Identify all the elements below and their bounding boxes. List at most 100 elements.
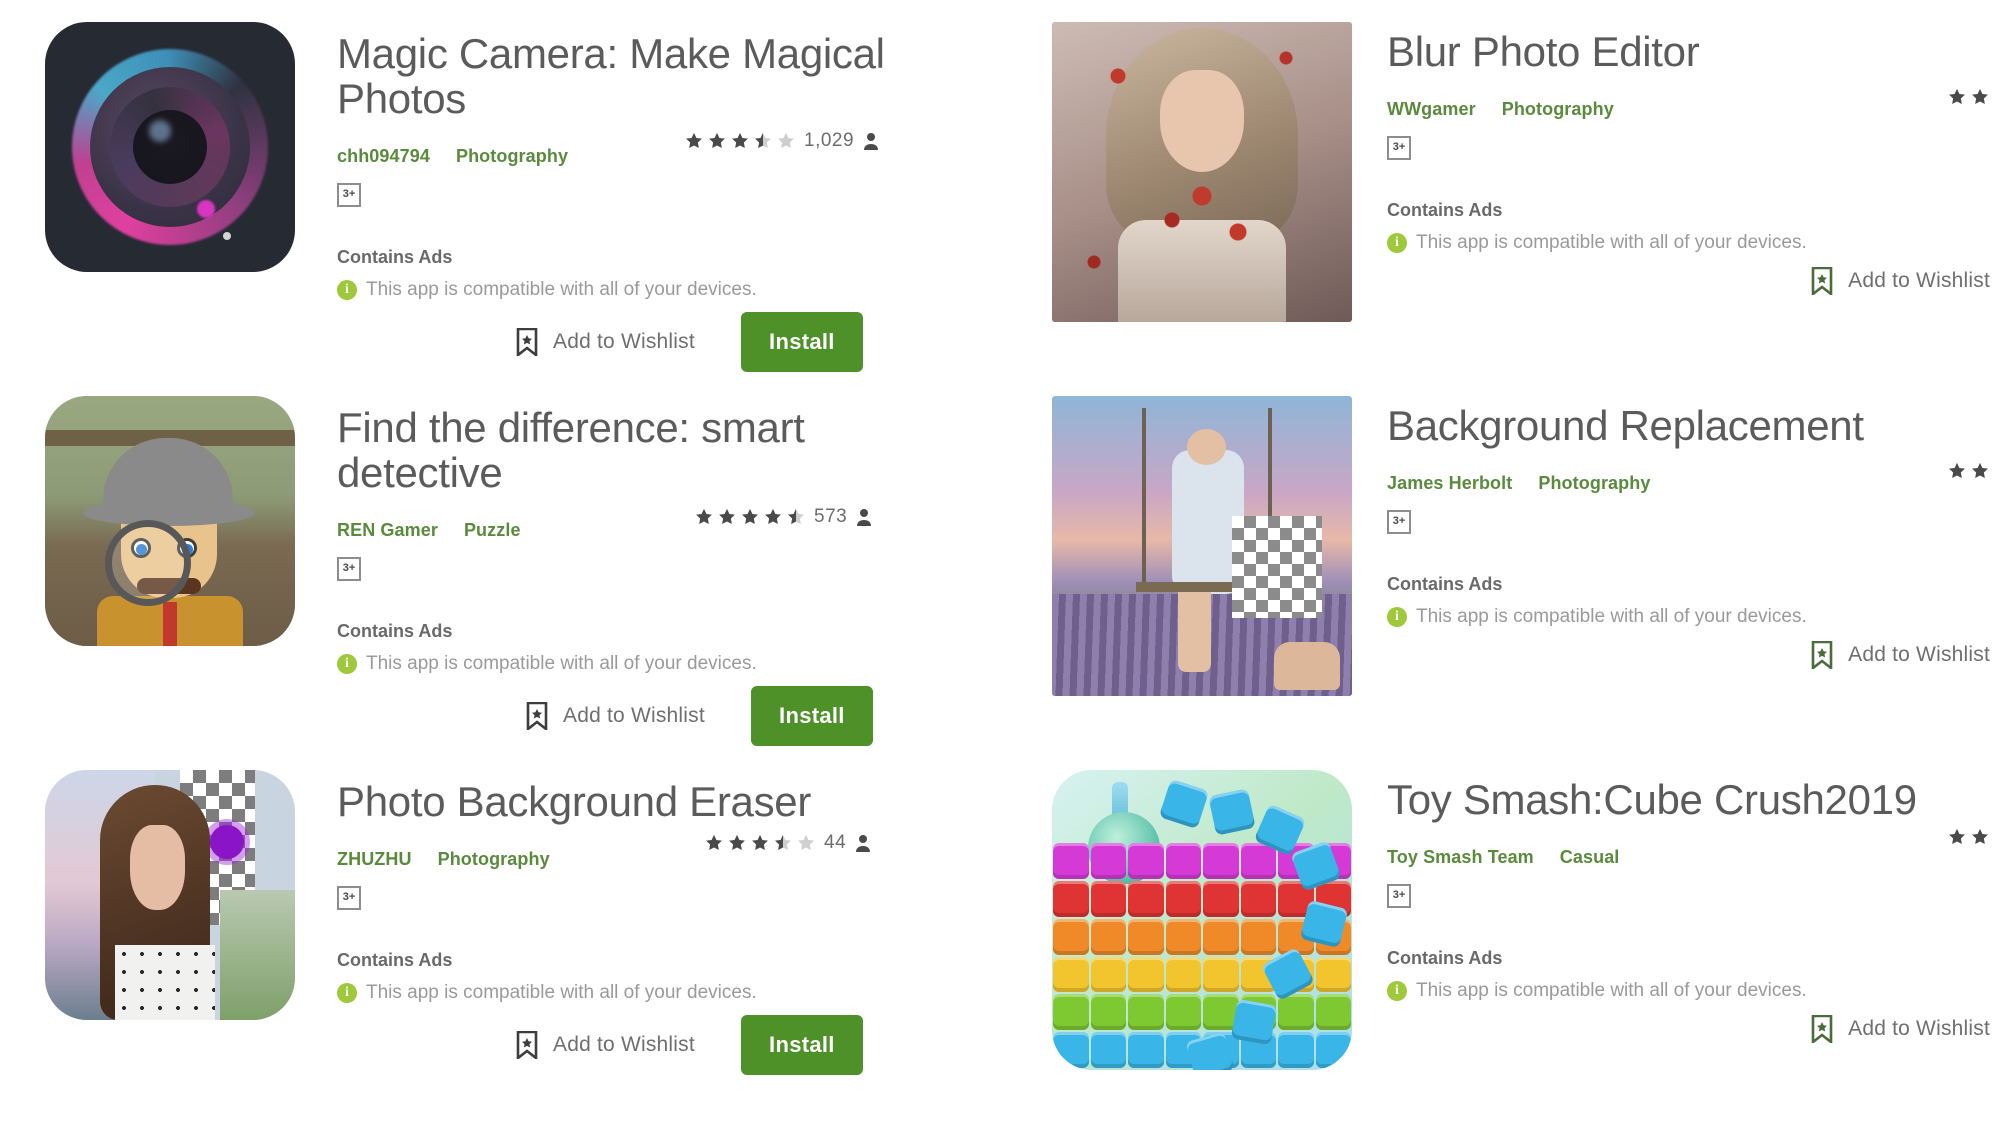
cube (1165, 918, 1201, 955)
add-to-wishlist-button[interactable]: Add to Wishlist (1810, 267, 1990, 295)
info-icon: i (1387, 606, 1407, 627)
app-card-blur-photo-editor[interactable]: Blur Photo Editor WWgamer Photography 3+… (1030, 0, 2000, 374)
bookmark-icon (1810, 1015, 1834, 1043)
card-actions: Add to Wishlist Install (515, 312, 863, 372)
age-rating-badge[interactable]: 3+ (1387, 135, 1411, 160)
category-link[interactable]: Puzzle (464, 520, 521, 541)
developer-link[interactable]: REN Gamer (337, 520, 438, 541)
app-title[interactable]: Blur Photo Editor (1387, 29, 2000, 75)
app-title[interactable]: Find the difference: smart detective (337, 405, 937, 496)
info-icon: i (1387, 232, 1407, 253)
developer-link[interactable]: WWgamer (1387, 99, 1476, 120)
app-meta: Toy Smash Team Casual (1387, 847, 2000, 868)
red-petals-overlay (1052, 22, 1352, 322)
rating-block: 1,029 (685, 130, 879, 152)
cube (1278, 994, 1314, 1031)
developer-link[interactable]: James Herbolt (1387, 473, 1512, 494)
app-info: Photo Background Eraser ZHUZHU Photograp… (295, 770, 1030, 1122)
star-full-icon (705, 834, 723, 852)
install-button[interactable]: Install (740, 312, 863, 372)
add-to-wishlist-button[interactable]: Add to Wishlist (1810, 1015, 1990, 1043)
install-button[interactable]: Install (740, 1015, 863, 1075)
compatibility-text: This app is compatible with all of your … (366, 278, 757, 300)
category-link[interactable]: Casual (1560, 847, 1620, 868)
right-column: Blur Photo Editor WWgamer Photography 3+… (1030, 0, 2000, 1124)
star-full-icon (685, 132, 703, 150)
cube (1128, 1032, 1164, 1069)
developer-link[interactable]: Toy Smash Team (1387, 847, 1534, 868)
cube (1165, 994, 1201, 1031)
app-info: Blur Photo Editor WWgamer Photography 3+… (1352, 22, 2000, 374)
app-card-find-the-difference[interactable]: Find the difference: smart detective REN… (0, 374, 1030, 748)
cube (1165, 880, 1201, 917)
contains-ads-label: Contains Ads (337, 246, 453, 267)
star-full-icon (1948, 828, 1966, 846)
app-card-toy-smash[interactable]: Toy Smash:Cube Crush2019 Toy Smash Team … (1030, 748, 2000, 1122)
rating-count: 44 (824, 832, 847, 853)
age-rating-badge[interactable]: 3+ (1387, 509, 1411, 534)
person-icon (856, 508, 872, 526)
lens-flare-blue (149, 120, 171, 142)
cube (1315, 994, 1351, 1031)
cube (1240, 880, 1276, 917)
magic-camera-lens-icon[interactable] (45, 22, 295, 272)
add-to-wishlist-button[interactable]: Add to Wishlist (1810, 641, 1990, 669)
app-title[interactable]: Magic Camera: Make Magical Photos (337, 31, 937, 122)
lens-flare-pink (197, 200, 215, 218)
category-link[interactable]: Photography (1502, 99, 1614, 120)
cube (1165, 956, 1201, 993)
cube (1053, 880, 1089, 917)
category-link[interactable]: Photography (1538, 473, 1650, 494)
age-rating-badge[interactable]: 3+ (337, 182, 361, 207)
category-link[interactable]: Photography (456, 146, 568, 167)
age-rating-badge[interactable]: 3+ (337, 885, 361, 910)
star-full-icon (1948, 88, 1966, 106)
app-title[interactable]: Background Replacement (1387, 403, 2000, 449)
cube (1090, 843, 1126, 879)
add-to-wishlist-button[interactable]: Add to Wishlist (515, 328, 695, 356)
cube (1165, 843, 1201, 879)
app-card-photo-background-eraser[interactable]: Photo Background Eraser ZHUZHU Photograp… (0, 748, 1030, 1122)
floating-cube (1230, 998, 1278, 1046)
magnifying-glass-icon (105, 520, 191, 606)
blur-photo-model-thumb[interactable] (1052, 22, 1352, 322)
star-half-icon (787, 508, 805, 526)
rating-count: 1,029 (804, 130, 855, 151)
wishlist-label: Add to Wishlist (1848, 643, 1990, 666)
editing-hand (1274, 642, 1340, 690)
lens-aperture (133, 110, 207, 184)
card-actions: Add to Wishlist Install (515, 1015, 863, 1075)
app-title[interactable]: Toy Smash:Cube Crush2019 (1387, 777, 2000, 823)
install-button[interactable]: Install (750, 686, 873, 746)
compatibility-text: This app is compatible with all of your … (1416, 231, 1807, 253)
wishlist-label: Add to Wishlist (553, 1033, 695, 1056)
star-full-icon (764, 508, 782, 526)
compatibility-text: This app is compatible with all of your … (366, 652, 757, 674)
compatibility-row: i This app is compatible with all of you… (1387, 232, 2000, 254)
category-link[interactable]: Photography (438, 849, 550, 870)
rating-block: 573 (695, 506, 872, 528)
add-to-wishlist-button[interactable]: Add to Wishlist (515, 1031, 695, 1059)
app-card-magic-camera[interactable]: Magic Camera: Make Magical Photos chh094… (0, 0, 1030, 374)
app-card-background-replacement[interactable]: Background Replacement James Herbolt Pho… (1030, 374, 2000, 748)
photo-eraser-portrait-icon[interactable] (45, 770, 295, 1020)
developer-link[interactable]: ZHUZHU (337, 849, 412, 870)
background-replacement-swing-thumb[interactable] (1052, 396, 1352, 696)
detective-character-icon[interactable] (45, 396, 295, 646)
contains-ads-label: Contains Ads (337, 620, 453, 641)
bookmark-icon (1810, 267, 1834, 295)
toy-smash-cubes-thumb[interactable] (1052, 770, 1352, 1070)
app-meta: ZHUZHU Photography (337, 849, 1030, 870)
age-rating-badge[interactable]: 3+ (1387, 883, 1411, 908)
cube (1128, 880, 1164, 917)
info-icon: i (337, 653, 357, 674)
app-title[interactable]: Photo Background Eraser (337, 779, 937, 825)
add-to-wishlist-button[interactable]: Add to Wishlist (525, 702, 705, 730)
left-column: Magic Camera: Make Magical Photos chh094… (0, 0, 1030, 1124)
developer-link[interactable]: chh094794 (337, 146, 430, 167)
card-actions: Add to Wishlist (1810, 1015, 1990, 1043)
star-full-icon (1948, 462, 1966, 480)
wishlist-label: Add to Wishlist (1848, 1017, 1990, 1040)
age-rating-badge[interactable]: 3+ (337, 556, 361, 581)
rating-block: 44 (705, 832, 871, 854)
